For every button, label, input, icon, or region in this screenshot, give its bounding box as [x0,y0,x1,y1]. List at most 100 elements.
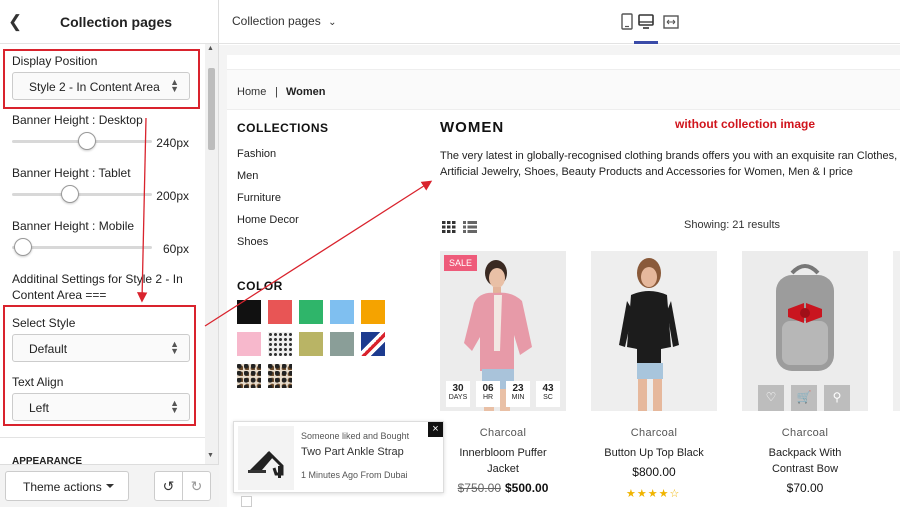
product-image-partial [893,251,900,411]
panel-header: ❮ Collection pages [0,0,219,44]
countdown-value: 06 [482,383,494,394]
collection-link-furniture[interactable]: Furniture [237,192,281,204]
color-swatch[interactable] [299,300,323,324]
breadcrumb-current: Women [286,86,326,98]
undo-button[interactable]: ↺ [154,471,183,501]
sandal-icon [248,450,284,478]
chevron-down-icon: ⌄ [328,17,337,28]
product-sale-price: $800.00 [632,465,676,479]
countdown-seconds: 43 SC [536,381,560,407]
highlight-box-display-position [3,49,200,109]
collection-link-shoes[interactable]: Shoes [237,236,268,248]
color-swatch[interactable] [237,300,261,324]
countdown-value: 43 [542,383,554,394]
active-device-indicator [634,41,658,44]
color-swatch[interactable] [268,332,292,356]
theme-actions-button[interactable]: Theme actions [5,471,129,501]
product-name[interactable]: Innerbloom Puffer [440,445,566,461]
star-filled-icon: ★ [647,488,659,500]
color-swatch[interactable] [268,364,292,388]
product-name[interactable]: Button Up Top Black [591,445,717,461]
product-name[interactable]: Backpack With [742,445,868,461]
banner-mobile-value: 60px [162,242,189,256]
banner-mobile-slider-handle[interactable] [14,238,33,256]
recent-purchase-popup[interactable]: Someone liked and Bought Two Part Ankle … [233,421,444,493]
redo-button[interactable]: ↻ [182,471,211,501]
collections-heading: COLLECTIONS [237,121,329,135]
color-swatch[interactable] [237,364,261,388]
popup-time-location: 1 Minutes Ago From Dubai [301,470,408,480]
panel-title: Collection pages [60,14,173,30]
product-name-line-2[interactable]: Contrast Bow [742,461,868,477]
product-sale-price: $500.00 [505,481,549,495]
list-view-icon[interactable] [463,221,477,233]
star-filled-icon: ★ [636,488,648,500]
checkbox[interactable] [241,496,252,507]
product-price: $750.00 $500.00 [440,481,566,495]
collection-title: WOMEN [440,119,505,136]
popup-close-button[interactable]: × [428,422,443,437]
color-swatch[interactable] [330,300,354,324]
collection-link-men[interactable]: Men [237,170,258,182]
caret-down-icon [106,484,114,488]
banner-desktop-slider-handle[interactable] [77,132,96,150]
banner-mobile-slider[interactable] [12,246,152,249]
back-arrow-icon[interactable]: ❮ [8,12,22,32]
countdown-hours: 06 HR [476,381,500,407]
wishlist-heart-icon[interactable]: ♡ [758,385,784,411]
color-swatch[interactable] [361,332,385,356]
countdown-value: 30 [452,383,464,394]
page-select-label: Collection pages [232,14,321,28]
theme-editor-panel: ❮ Collection pages Display Position Styl… [0,0,219,507]
product-name-line-2[interactable]: Jacket [440,461,566,477]
color-swatch[interactable] [237,332,261,356]
page-select[interactable]: Collection pages ⌄ [232,14,336,28]
panel-scrollbar-thumb[interactable] [208,68,215,150]
additional-settings-label-2: Content Area === [12,288,107,302]
popup-product-image [238,426,294,490]
banner-tablet-slider[interactable] [12,193,152,196]
preview-toolbar: Collection pages ⌄ [219,0,900,44]
product-image[interactable]: ♡ 🛒 ⚲ [742,251,868,411]
banner-tablet-slider-handle[interactable] [60,185,79,203]
popup-product-name[interactable]: Two Part Ankle Strap [301,446,404,458]
countdown-unit: MIN [511,394,525,401]
collection-link-home-decor[interactable]: Home Decor [237,214,299,226]
countdown-unit: DAYS [448,394,468,401]
redo-icon: ↻ [190,478,203,494]
product-image[interactable]: SALE 30 DAYS 06 HR 23 MIN 43 SC [440,251,566,411]
color-swatch[interactable] [330,332,354,356]
breadcrumb-home-link[interactable]: Home [237,86,266,98]
product-brand: Charcoal [630,427,678,439]
product-photo-button-up-top [591,251,717,411]
product-old-price: $750.00 [457,481,501,495]
zoom-icon[interactable]: ⚲ [824,385,850,411]
countdown-minutes: 23 MIN [506,381,530,407]
countdown-unit: HR [482,394,494,401]
banner-tablet-value: 200px [156,189,189,203]
banner-tablet-label: Banner Height : Tablet [12,166,131,180]
collection-link-fashion[interactable]: Fashion [237,148,276,160]
collection-description: The very latest in globally-recognised c… [440,150,898,178]
grid-view-icon[interactable] [442,221,456,233]
desktop-icon[interactable] [634,12,658,32]
scroll-down-icon[interactable]: ▼ [207,452,214,459]
star-empty-icon: ☆ [669,488,681,500]
color-swatch[interactable] [268,300,292,324]
annotation-note: without collection image [675,117,816,131]
divider [0,437,205,438]
banner-desktop-value: 240px [156,136,189,150]
product-price: $800.00 [591,465,717,479]
undo-icon: ↺ [162,478,175,494]
fullwidth-icon[interactable] [659,12,683,32]
results-count: Showing: 21 results [684,219,780,231]
color-swatch[interactable] [299,332,323,356]
appearance-heading: APPEARANCE [12,456,83,464]
scroll-up-icon[interactable]: ▲ [207,45,214,52]
color-swatch[interactable] [361,300,385,324]
banner-desktop-label: Banner Height : Desktop [12,113,143,127]
countdown-days: 30 DAYS [446,381,470,407]
cart-icon[interactable]: 🛒 [791,385,817,411]
highlight-box-style-settings [3,305,196,426]
product-image[interactable] [591,251,717,411]
